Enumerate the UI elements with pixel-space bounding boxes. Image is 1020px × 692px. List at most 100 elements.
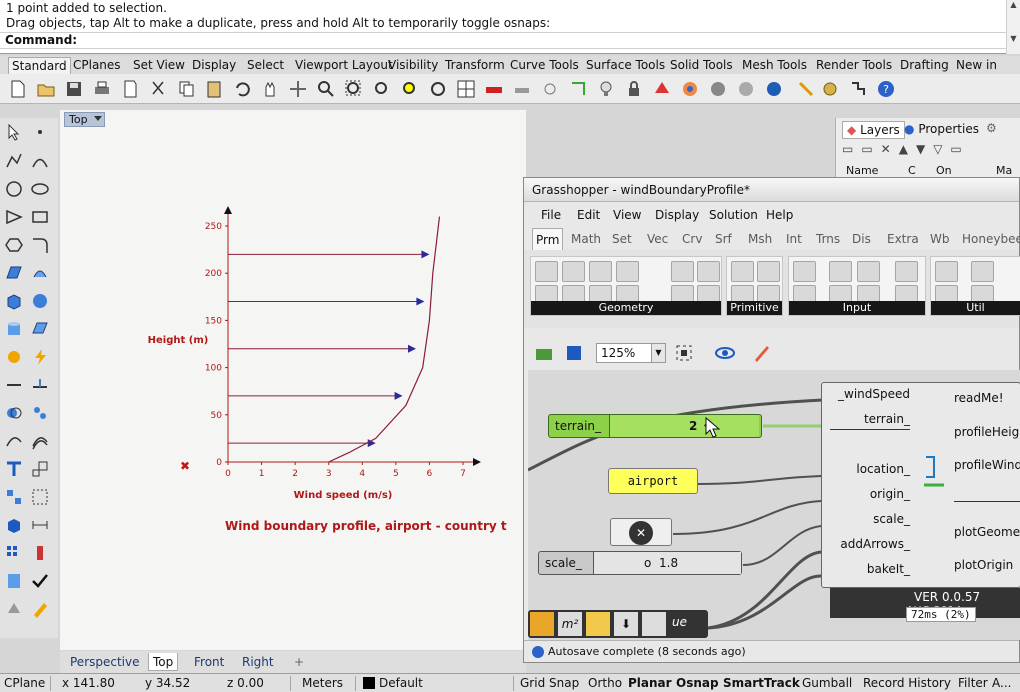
tab-viewport-layout[interactable]: Viewport Layout xyxy=(292,57,396,74)
tab-display[interactable]: Display xyxy=(189,57,239,74)
output-plotgeometry[interactable]: plotGeome xyxy=(954,525,1020,539)
toggle-smarttrack[interactable]: SmartTrack xyxy=(723,674,800,692)
explode-icon[interactable] xyxy=(30,403,50,423)
trim-icon[interactable] xyxy=(30,375,50,395)
gh-tab-set[interactable]: Set xyxy=(612,228,632,250)
menu-solution[interactable]: Solution xyxy=(709,204,758,226)
zoom-selected-icon[interactable] xyxy=(400,79,420,99)
layer-color-swatch[interactable] xyxy=(363,677,375,689)
point-icon[interactable] xyxy=(540,79,560,99)
select-arrow-icon[interactable] xyxy=(4,122,24,142)
pan-hand-icon[interactable] xyxy=(260,79,280,99)
lightning-icon[interactable] xyxy=(30,347,50,367)
open-folder-icon[interactable] xyxy=(36,79,56,99)
paste-icon[interactable] xyxy=(204,79,224,99)
input-location[interactable]: location_ xyxy=(856,462,910,476)
terrain-slider[interactable]: terrain_ 2 ◇ xyxy=(548,414,762,438)
grasshopper-canvas[interactable]: terrain_ 2 ◇ airport ✕ scale_ o 1.8 m² ⬇ xyxy=(528,370,1020,640)
toggle-icon[interactable] xyxy=(829,261,852,282)
arc-icon[interactable] xyxy=(4,207,24,227)
new-file-icon[interactable] xyxy=(8,79,28,99)
toggle-gumball[interactable]: Gumball xyxy=(802,674,852,692)
zoom-window-icon[interactable] xyxy=(344,79,364,99)
offset-icon[interactable] xyxy=(30,431,50,451)
sphere-icon[interactable] xyxy=(30,291,50,311)
color-wheel-icon[interactable] xyxy=(680,79,700,99)
tab-top[interactable]: Top xyxy=(148,653,179,671)
tab-curve-tools[interactable]: Curve Tools xyxy=(507,57,582,74)
dim-icon[interactable] xyxy=(30,515,50,535)
import-icon[interactable] xyxy=(793,261,816,282)
input-origin[interactable]: origin_ xyxy=(870,487,910,501)
menu-view[interactable]: View xyxy=(613,204,641,226)
toggle-ortho[interactable]: Ortho xyxy=(588,674,622,692)
undo-icon[interactable] xyxy=(232,79,252,99)
rendered-sphere-icon[interactable] xyxy=(736,79,756,99)
rotate-view-icon[interactable] xyxy=(288,79,308,99)
add-viewport-icon[interactable]: + xyxy=(290,653,308,671)
gh-tab-honeybee[interactable]: Honeybee xyxy=(962,228,1020,250)
block-icon[interactable] xyxy=(30,487,50,507)
cplane-label[interactable]: CPlane xyxy=(4,674,45,692)
copy-icon[interactable] xyxy=(176,79,196,99)
point-tool-icon[interactable] xyxy=(30,122,50,142)
boolean-param-icon[interactable] xyxy=(731,261,754,282)
output-empty[interactable] xyxy=(954,501,1020,502)
gh-tab-extra[interactable]: Extra xyxy=(887,228,919,250)
cylinder-icon[interactable] xyxy=(4,319,24,339)
gh-tab-prm[interactable]: Prm xyxy=(532,228,564,251)
output-profileheight[interactable]: profileHeig xyxy=(954,425,1019,439)
extrude-surface-icon[interactable] xyxy=(30,263,50,283)
document-properties-icon[interactable] xyxy=(120,79,140,99)
polyline-icon[interactable] xyxy=(4,151,24,171)
airport-panel[interactable]: airport xyxy=(608,468,698,494)
tab-properties[interactable]: ● Properties xyxy=(904,121,979,137)
menu-edit[interactable]: Edit xyxy=(577,204,600,226)
four-viewports-icon[interactable] xyxy=(456,79,476,99)
layer-toolbar-icons[interactable]: ▭▭✕▲▼▽▭ xyxy=(842,142,970,156)
preview-eye-icon[interactable] xyxy=(714,343,736,363)
render-icon[interactable] xyxy=(4,571,24,591)
tab-render-tools[interactable]: Render Tools xyxy=(813,57,895,74)
geometry-param-icon[interactable] xyxy=(535,261,558,282)
toggle-filter[interactable]: Filter xyxy=(958,674,988,692)
mesh-param-icon[interactable] xyxy=(697,261,720,282)
scroll-up-icon[interactable]: ▲ xyxy=(1007,0,1020,10)
grasshopper-title[interactable]: Grasshopper - windBoundaryProfile* xyxy=(524,178,1019,202)
toggle-osnap[interactable]: Osnap xyxy=(676,674,719,692)
tab-surface-tools[interactable]: Surface Tools xyxy=(583,57,668,74)
tab-layers[interactable]: ◆ Layers xyxy=(842,121,905,139)
light-bulb-icon[interactable] xyxy=(596,79,616,99)
command-scrollbar[interactable]: ▲ ▼ xyxy=(1006,0,1020,54)
tab-transform[interactable]: Transform xyxy=(442,57,508,74)
tab-drafting[interactable]: Drafting xyxy=(897,57,952,74)
slider-icon[interactable] xyxy=(857,261,880,282)
rotate-icon[interactable] xyxy=(428,79,448,99)
shaded-sphere-icon[interactable] xyxy=(708,79,728,99)
toggle-planar[interactable]: Planar xyxy=(628,674,672,692)
output-profilewind[interactable]: profileWind xyxy=(954,458,1020,472)
tab-standard[interactable]: Standard xyxy=(8,57,71,74)
car-icon[interactable] xyxy=(484,79,504,99)
tab-mesh-tools[interactable]: Mesh Tools xyxy=(739,57,810,74)
toggle-record-history[interactable]: Record History xyxy=(863,674,951,692)
sketch-pen-icon[interactable] xyxy=(752,343,772,363)
zoom-select[interactable]: 125% ▼ xyxy=(596,343,666,363)
boolean-icon[interactable] xyxy=(4,403,24,423)
units-label[interactable]: Meters xyxy=(302,674,343,692)
render-sphere-icon[interactable] xyxy=(764,79,784,99)
tab-solid-tools[interactable]: Solid Tools xyxy=(667,57,736,74)
gh-tab-srf[interactable]: Srf xyxy=(715,228,732,250)
tab-perspective[interactable]: Perspective xyxy=(66,653,144,671)
scroll-down-icon[interactable]: ▼ xyxy=(1007,34,1020,44)
cherry-icon[interactable] xyxy=(935,261,958,282)
tab-front[interactable]: Front xyxy=(190,653,228,671)
curve-param-icon[interactable] xyxy=(589,261,612,282)
chevron-down-icon[interactable]: ▼ xyxy=(651,344,665,362)
curve-icon[interactable] xyxy=(30,151,50,171)
transform-icon[interactable] xyxy=(4,347,24,367)
print-icon[interactable] xyxy=(92,79,112,99)
top-viewport[interactable]: Top Height (m) Wind speed (m/s) Wind bou… xyxy=(60,110,526,650)
solid-box-icon[interactable] xyxy=(4,515,24,535)
tab-new-in[interactable]: New in xyxy=(953,57,1000,74)
